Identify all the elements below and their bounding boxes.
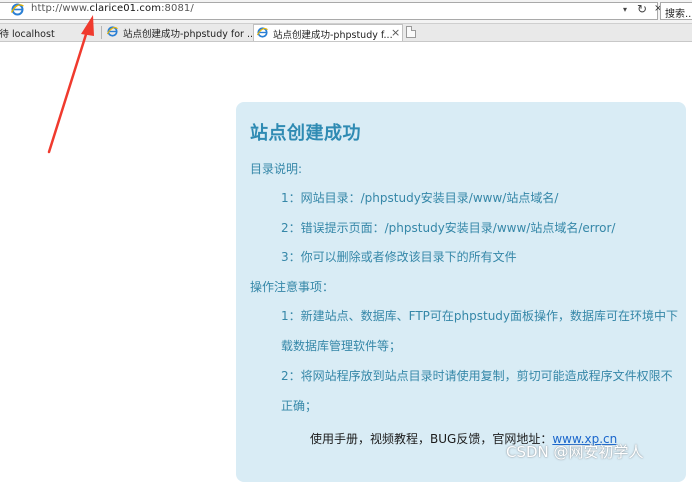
annotation-arrow-icon (47, 15, 94, 154)
watermark: CSDN @网安初学人 (506, 443, 644, 461)
